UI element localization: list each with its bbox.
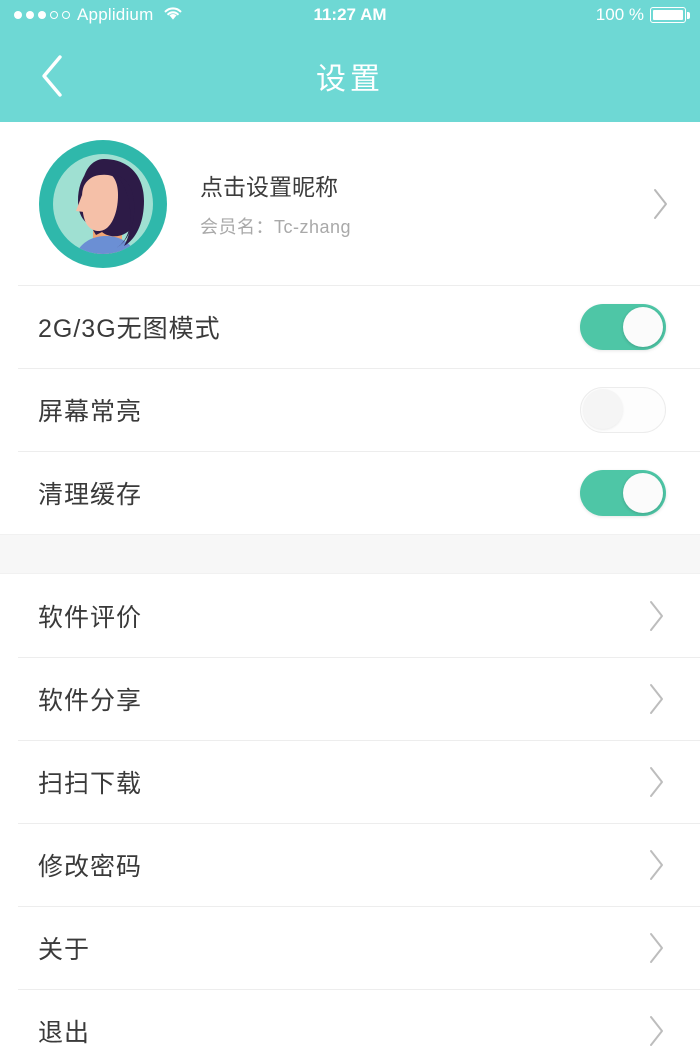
chevron-right-icon — [646, 931, 666, 965]
battery-full-icon — [650, 7, 690, 23]
menu-item-change-password[interactable]: 修改密码 — [0, 823, 700, 906]
toggle-label: 屏幕常亮 — [38, 397, 143, 426]
member-name-label: 会员名：Tc-zhang — [200, 217, 352, 237]
wifi-icon — [162, 5, 184, 26]
user-avatar — [38, 139, 168, 269]
status-bar: Applidium 11:27 AM 100 % — [0, 0, 700, 30]
page-title: 设置 — [316, 63, 384, 96]
carrier-label: Applidium — [77, 5, 154, 24]
toggle-switch-clear-cache[interactable] — [580, 469, 666, 516]
profile-texts: 点击设置昵称 会员名：Tc-zhang — [200, 168, 650, 239]
menu-item-software-rating[interactable]: 软件评价 — [0, 574, 700, 657]
settings-screen: Applidium 11:27 AM 100 % 设置 6 包图网 6 包图 — [0, 0, 700, 1053]
chevron-right-icon — [646, 765, 666, 799]
toggle-switch-no-image-mode[interactable] — [580, 303, 666, 350]
chevron-left-icon — [42, 55, 62, 97]
toggle-label: 2G/3G无图模式 — [38, 314, 221, 343]
toggle-switch-screen-always-on[interactable] — [580, 386, 666, 433]
menu-item-label: 退出 — [38, 1018, 91, 1047]
nickname-label: 点击设置昵称 — [200, 174, 338, 200]
chevron-right-icon — [646, 1014, 666, 1048]
battery-percent-label: 100 % — [595, 5, 644, 24]
status-bar-left: Applidium — [14, 5, 350, 26]
menu-item-label: 修改密码 — [38, 852, 143, 881]
menu-item-software-share[interactable]: 软件分享 — [0, 657, 700, 740]
toggle-label: 清理缓存 — [38, 480, 143, 509]
toggle-row-screen-always-on[interactable]: 屏幕常亮 — [0, 368, 700, 451]
toggle-row-clear-cache[interactable]: 清理缓存 — [0, 451, 700, 534]
chevron-right-icon — [646, 599, 666, 633]
signal-strength-icon — [14, 11, 70, 19]
status-bar-right: 100 % — [350, 5, 690, 25]
chevron-right-icon — [646, 848, 666, 882]
profile-row[interactable]: 点击设置昵称 会员名：Tc-zhang — [0, 122, 700, 285]
menu-section: 软件评价 软件分享 扫扫下载 修改密码 关于 退出 — [0, 574, 700, 1053]
toggle-row-no-image-mode[interactable]: 2G/3G无图模式 — [0, 285, 700, 368]
menu-item-logout[interactable]: 退出 — [0, 989, 700, 1053]
section-spacer — [0, 534, 700, 574]
back-button[interactable] — [24, 47, 82, 105]
menu-item-label: 关于 — [38, 935, 91, 964]
menu-item-about[interactable]: 关于 — [0, 906, 700, 989]
menu-item-label: 扫扫下载 — [38, 769, 143, 798]
menu-item-scan-download[interactable]: 扫扫下载 — [0, 740, 700, 823]
navigation-bar: 设置 — [0, 30, 700, 122]
menu-item-label: 软件分享 — [38, 686, 143, 715]
menu-item-label: 软件评价 — [38, 603, 143, 632]
chevron-right-icon — [650, 187, 670, 221]
chevron-right-icon — [646, 682, 666, 716]
toggles-section: 2G/3G无图模式 屏幕常亮 清理缓存 — [0, 285, 700, 534]
